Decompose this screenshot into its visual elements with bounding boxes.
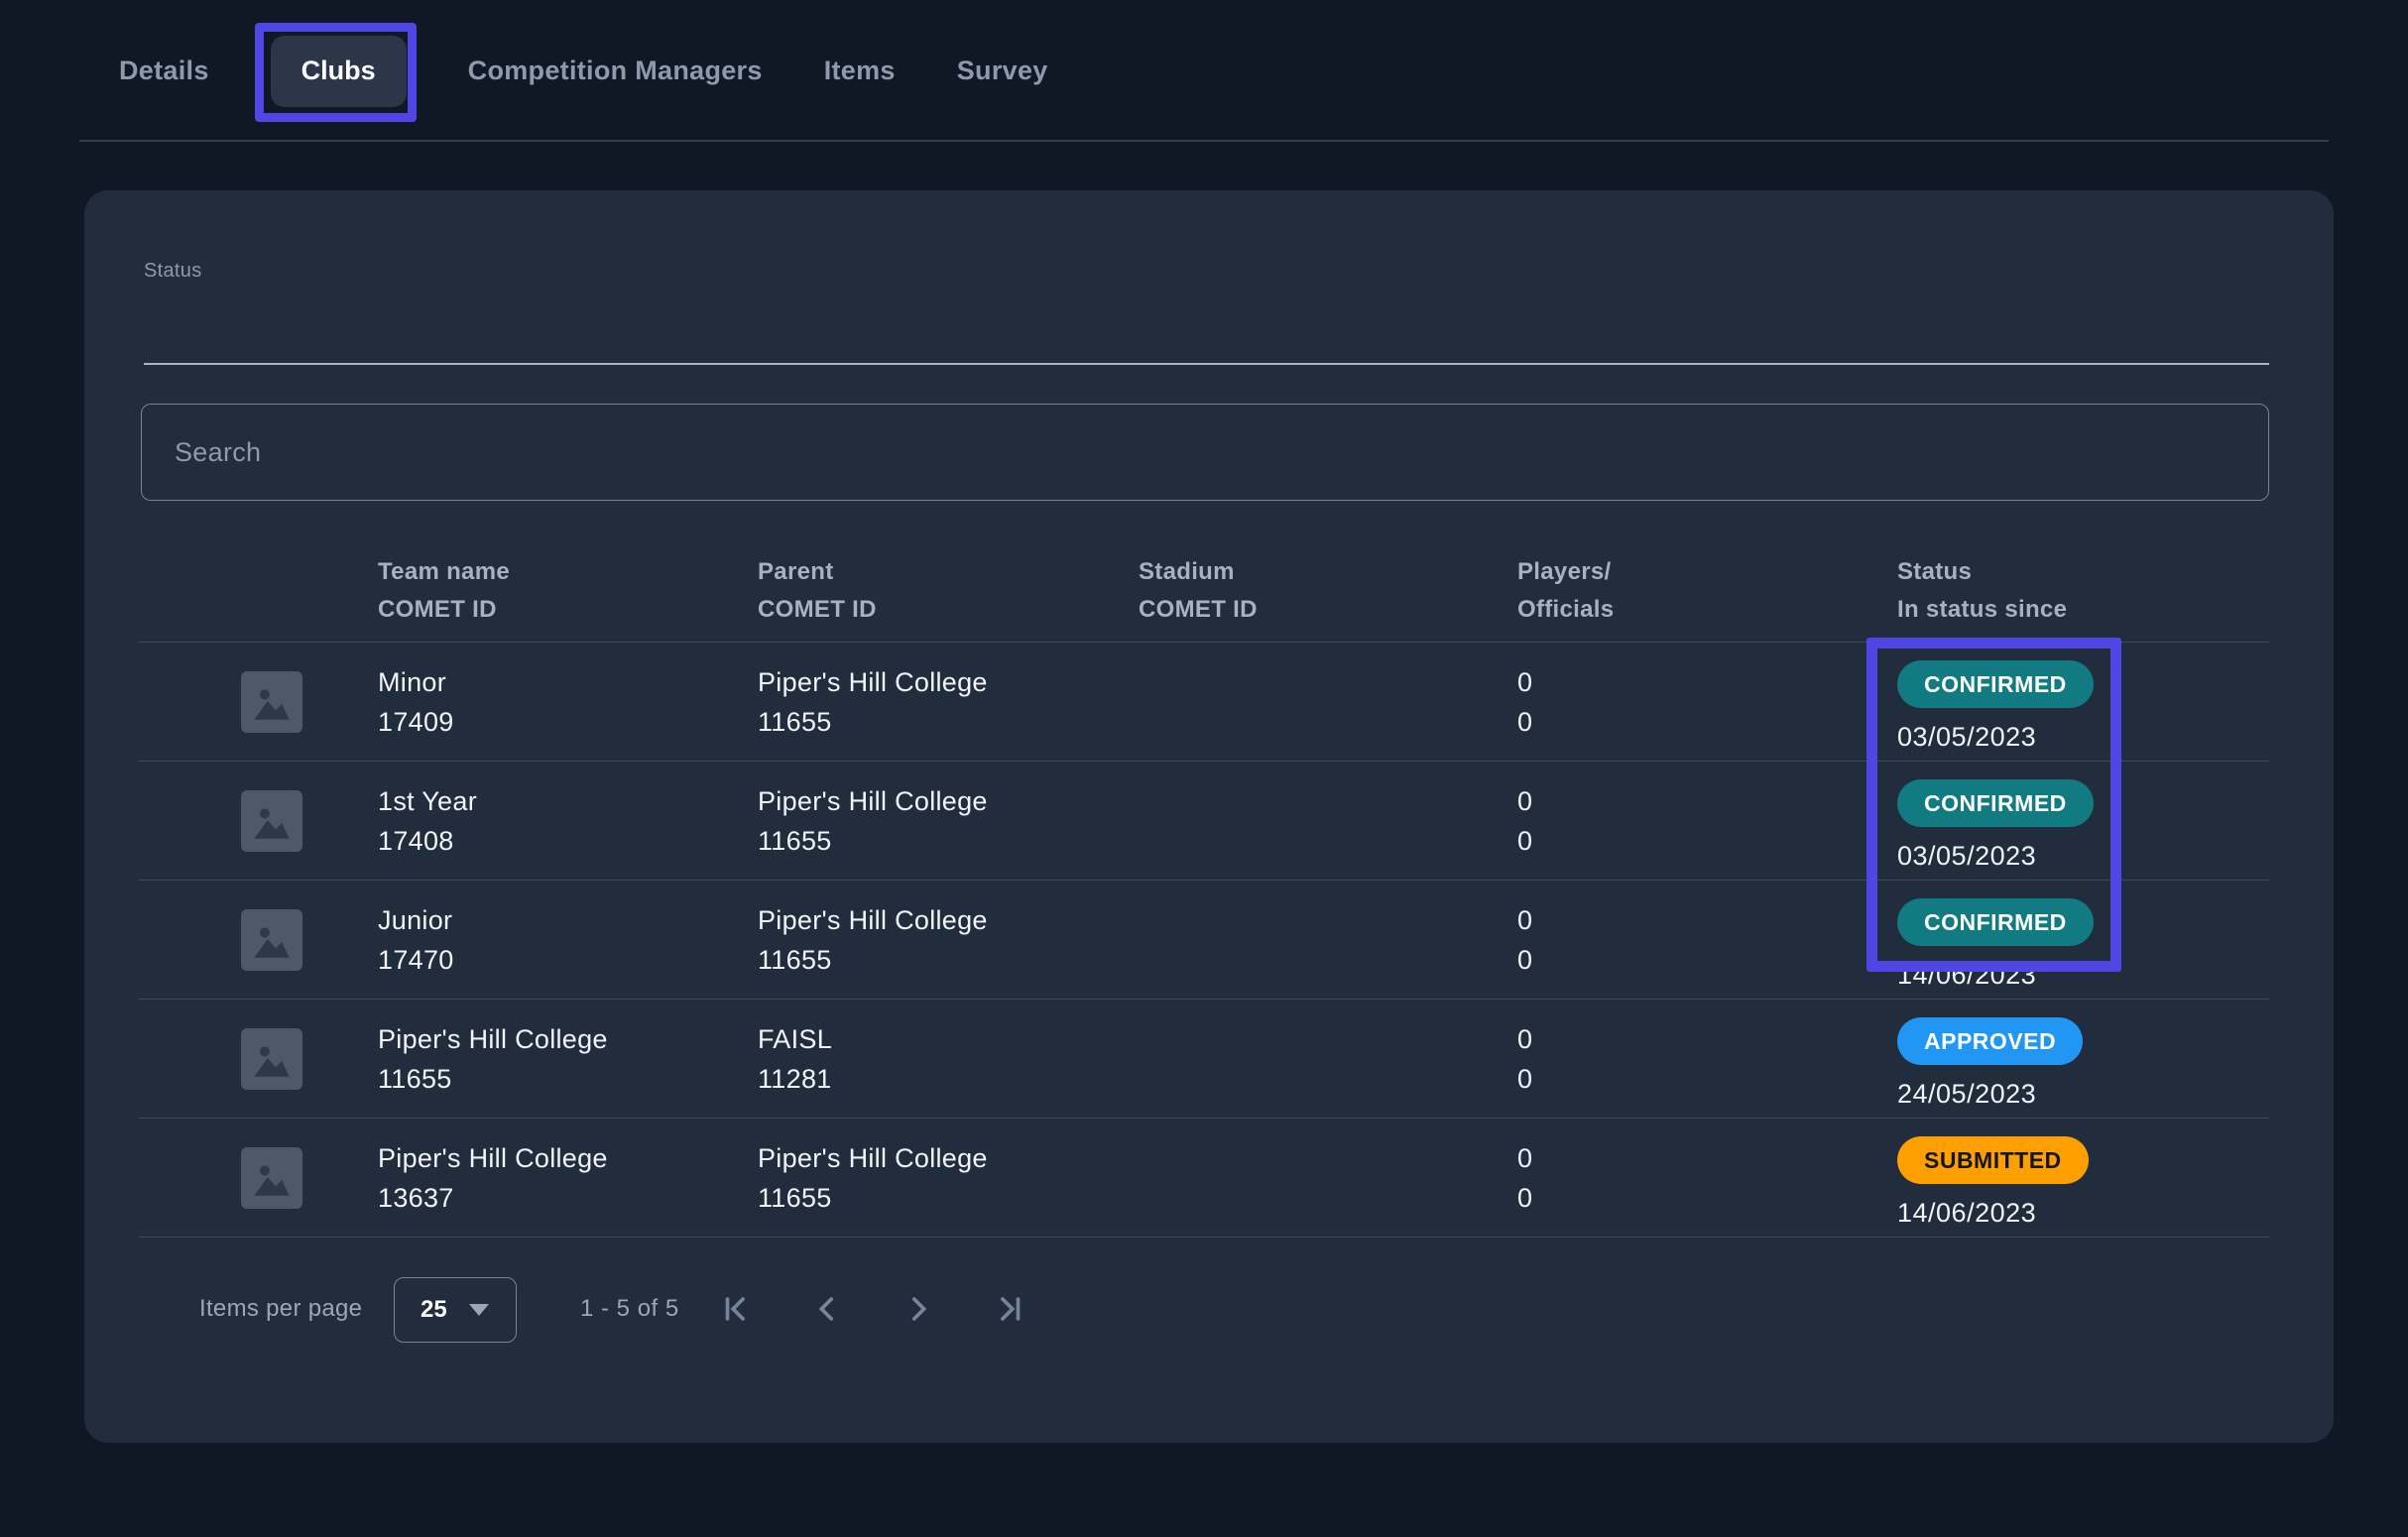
table-row[interactable]: Junior17470 Piper's Hill College11655 00…: [139, 881, 2269, 1000]
club-logo-placeholder-icon: [241, 790, 302, 852]
status-date: 14/06/2023: [1897, 960, 2036, 991]
status-badge: CONFIRMED: [1897, 779, 2094, 827]
status-filter-select[interactable]: Status: [144, 260, 2269, 369]
next-page-button[interactable]: [900, 1283, 937, 1335]
status-badge: CONFIRMED: [1897, 898, 2094, 946]
search-input[interactable]: [141, 404, 2269, 501]
tab-details[interactable]: Details: [119, 56, 209, 86]
previous-page-button[interactable]: [808, 1283, 846, 1335]
tab-bar: Details Clubs Competition Managers Items…: [0, 0, 2408, 142]
parent-cell: FAISL11281: [758, 1019, 832, 1099]
tab-clubs[interactable]: Clubs: [271, 36, 407, 107]
header-status: StatusIn status since: [1897, 553, 2067, 629]
status-badge: SUBMITTED: [1897, 1136, 2089, 1184]
team-cell: Minor17409: [378, 662, 454, 742]
status-filter-label: Status: [144, 260, 2269, 283]
tab-survey[interactable]: Survey: [957, 56, 1048, 86]
players-officials-cell: 00: [1517, 900, 1532, 980]
table-row[interactable]: Piper's Hill College11655 FAISL11281 00 …: [139, 1000, 2269, 1119]
club-logo-placeholder-icon: [241, 1028, 302, 1090]
status-date: 24/05/2023: [1897, 1079, 2036, 1110]
table-header: Team nameCOMET ID ParentCOMET ID Stadium…: [139, 547, 2269, 643]
first-page-button[interactable]: [717, 1283, 755, 1335]
team-cell: Piper's Hill College11655: [378, 1019, 608, 1099]
clubs-panel: Status Team nameCOMET ID ParentCOMET ID …: [84, 190, 2334, 1443]
page-size-value: 25: [421, 1296, 447, 1324]
paginator: Items per page 25 1 - 5 of 5: [84, 1261, 2215, 1360]
status-filter-underline: [144, 363, 2269, 365]
players-officials-cell: 00: [1517, 1138, 1532, 1218]
page-range-label: 1 - 5 of 5: [580, 1295, 679, 1323]
status-date: 03/05/2023: [1897, 722, 2036, 753]
players-officials-cell: 00: [1517, 662, 1532, 742]
parent-cell: Piper's Hill College11655: [758, 1138, 988, 1218]
table-row[interactable]: 1st Year17408 Piper's Hill College11655 …: [139, 762, 2269, 881]
club-logo-placeholder-icon: [241, 671, 302, 733]
status-date: 03/05/2023: [1897, 841, 2036, 872]
team-cell: 1st Year17408: [378, 781, 477, 861]
last-page-button[interactable]: [991, 1283, 1028, 1335]
header-players-officials: Players/Officials: [1517, 553, 1614, 629]
tab-competition-managers[interactable]: Competition Managers: [468, 56, 763, 86]
tab-items[interactable]: Items: [824, 56, 896, 86]
dropdown-caret-icon: [469, 1304, 489, 1316]
header-stadium: StadiumCOMET ID: [1139, 553, 1258, 629]
tab-bar-divider: [79, 140, 2329, 142]
players-officials-cell: 00: [1517, 1019, 1532, 1099]
header-parent: ParentCOMET ID: [758, 553, 877, 629]
club-logo-placeholder-icon: [241, 909, 302, 971]
status-badge: APPROVED: [1897, 1017, 2083, 1065]
status-badge: CONFIRMED: [1897, 660, 2094, 708]
parent-cell: Piper's Hill College11655: [758, 781, 988, 861]
table-row[interactable]: Minor17409 Piper's Hill College11655 00 …: [139, 643, 2269, 762]
header-team-name: Team nameCOMET ID: [378, 553, 510, 629]
team-cell: Piper's Hill College13637: [378, 1138, 608, 1218]
items-per-page-label: Items per page: [199, 1295, 362, 1323]
parent-cell: Piper's Hill College11655: [758, 900, 988, 980]
status-date: 14/06/2023: [1897, 1198, 2036, 1229]
team-cell: Junior17470: [378, 900, 454, 980]
table-body: Minor17409 Piper's Hill College11655 00 …: [139, 643, 2269, 1238]
table-row[interactable]: Piper's Hill College13637 Piper's Hill C…: [139, 1119, 2269, 1238]
parent-cell: Piper's Hill College11655: [758, 662, 988, 742]
players-officials-cell: 00: [1517, 781, 1532, 861]
club-logo-placeholder-icon: [241, 1147, 302, 1209]
page-size-select[interactable]: 25: [394, 1277, 517, 1343]
